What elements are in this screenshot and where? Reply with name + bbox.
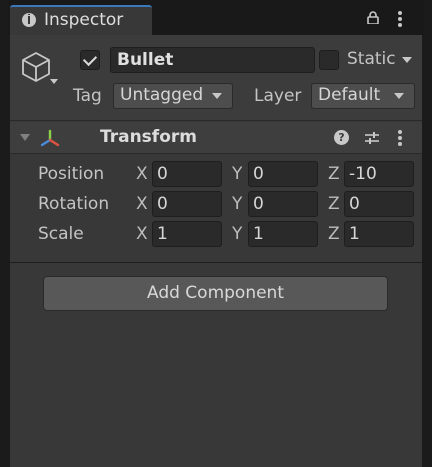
position-z-field[interactable]: -10 xyxy=(344,161,414,187)
tag-label: Tag xyxy=(73,86,102,106)
chevron-down-icon xyxy=(394,93,404,99)
inspector-panel: Bullet Static Tag Untagged Layer Default xyxy=(10,35,422,467)
rotation-y-field[interactable]: 0 xyxy=(248,191,318,217)
active-checkbox[interactable] xyxy=(80,50,100,70)
rotation-z-field[interactable]: 0 xyxy=(344,191,414,217)
tag-dropdown[interactable]: Untagged xyxy=(113,83,233,109)
transform-body: Position X 0 Y 0 Z -10 Rotation X 0 Y 0 … xyxy=(10,155,422,263)
y-axis-label[interactable]: Y xyxy=(232,224,242,244)
scale-x-field[interactable]: 1 xyxy=(152,221,222,247)
rotation-label[interactable]: Rotation xyxy=(38,194,109,214)
position-label[interactable]: Position xyxy=(38,164,104,184)
static-dropdown-caret-icon[interactable] xyxy=(402,57,412,63)
tab-bar: Inspector xyxy=(8,0,424,35)
position-x-field[interactable]: 0 xyxy=(152,161,222,187)
y-axis-label[interactable]: Y xyxy=(232,194,242,214)
transform-axes-icon xyxy=(40,129,60,147)
scale-z-field[interactable]: 1 xyxy=(344,221,414,247)
transform-header[interactable]: Transform ? xyxy=(10,122,422,154)
scale-label[interactable]: Scale xyxy=(38,224,84,244)
x-axis-label[interactable]: X xyxy=(136,194,148,214)
z-axis-label[interactable]: Z xyxy=(328,194,340,214)
scale-y-field[interactable]: 1 xyxy=(248,221,318,247)
tab-label: Inspector xyxy=(44,10,124,30)
object-name-field[interactable]: Bullet xyxy=(110,47,315,73)
icon-dropdown-caret-icon[interactable] xyxy=(50,79,58,84)
info-icon xyxy=(22,13,36,27)
layer-value: Default xyxy=(318,85,381,105)
tag-value: Untagged xyxy=(120,85,204,105)
position-y-field[interactable]: 0 xyxy=(248,161,318,187)
z-axis-label[interactable]: Z xyxy=(328,224,340,244)
add-component-button[interactable]: Add Component xyxy=(43,276,388,311)
y-axis-label[interactable]: Y xyxy=(232,164,242,184)
tab-inspector[interactable]: Inspector xyxy=(10,5,152,35)
z-axis-label[interactable]: Z xyxy=(328,164,340,184)
inspector-window: Inspector Bullet Static Tag Untagged Lay… xyxy=(8,0,424,467)
gameobject-header: Bullet Static Tag Untagged Layer Default xyxy=(10,35,422,121)
gameobject-cube-icon[interactable] xyxy=(18,49,54,85)
presets-sliders-icon[interactable] xyxy=(364,130,380,146)
component-menu-icon[interactable] xyxy=(398,130,402,146)
x-axis-label[interactable]: X xyxy=(136,164,148,184)
x-axis-label[interactable]: X xyxy=(136,224,148,244)
transform-title: Transform xyxy=(100,127,197,147)
static-label[interactable]: Static xyxy=(347,49,396,69)
layer-dropdown[interactable]: Default xyxy=(311,83,415,109)
help-icon[interactable]: ? xyxy=(334,130,349,145)
layer-label: Layer xyxy=(254,86,302,106)
window-menu-icon[interactable] xyxy=(398,11,402,27)
static-checkbox[interactable] xyxy=(319,50,339,70)
foldout-arrow-icon[interactable] xyxy=(20,134,30,141)
rotation-x-field[interactable]: 0 xyxy=(152,191,222,217)
lock-icon[interactable] xyxy=(367,11,379,24)
chevron-down-icon xyxy=(212,93,222,99)
